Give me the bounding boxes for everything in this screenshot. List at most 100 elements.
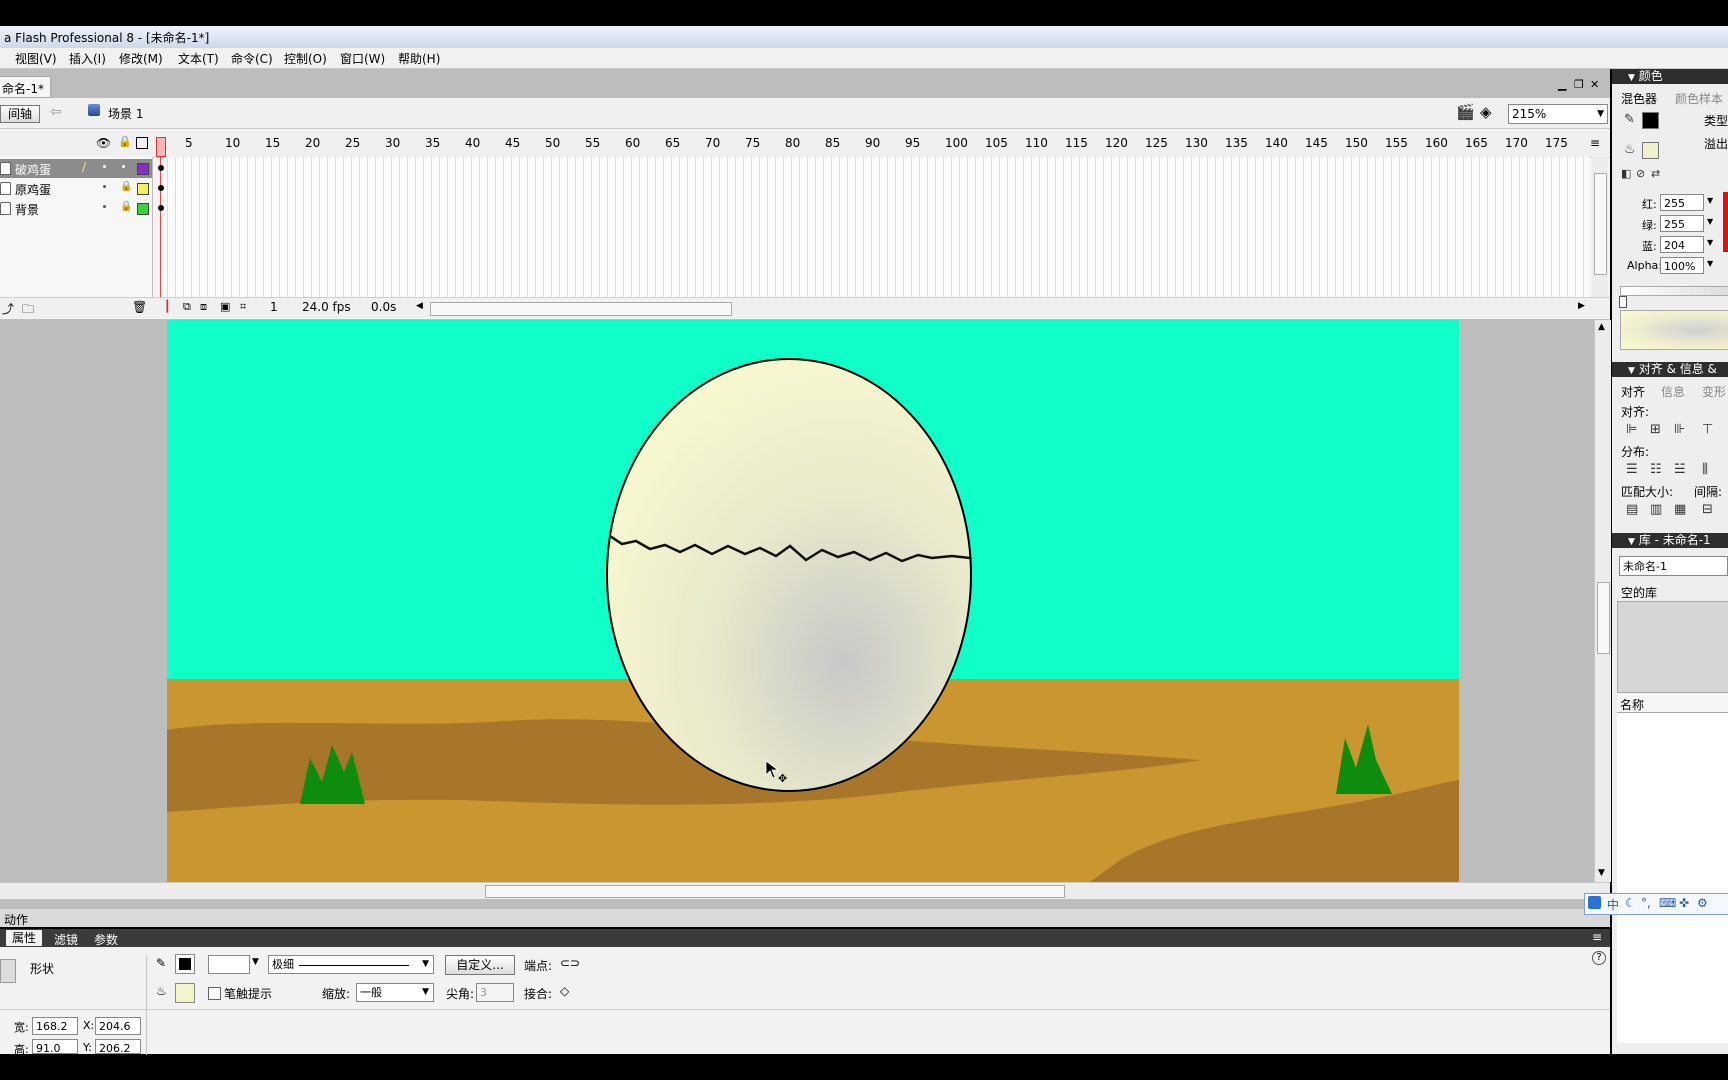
stage[interactable]: ✥ — [0, 320, 1595, 882]
stroke-hint-checkbox[interactable] — [208, 987, 221, 1000]
fill-color-picker[interactable] — [175, 983, 195, 1003]
no-color-icon[interactable]: ⊘ — [1636, 167, 1645, 180]
blue-input[interactable]: 204 — [1660, 236, 1704, 253]
layer-color-swatch[interactable] — [137, 183, 149, 195]
edit-symbol-icon[interactable]: ◈ — [1480, 103, 1492, 121]
layer-color-swatch[interactable] — [137, 203, 149, 215]
match-height-icon[interactable]: ▥ — [1650, 502, 1662, 517]
library-column-header[interactable]: 名称 — [1617, 694, 1728, 713]
chevron-down-icon[interactable]: ▼ — [1707, 217, 1713, 226]
tab-parameters[interactable]: 参数 — [94, 931, 118, 948]
tab-filters[interactable]: 滤镜 — [54, 931, 78, 948]
library-panel-header[interactable]: ▼ 库 - 未命名-1 — [1612, 533, 1728, 548]
join-style-icon[interactable]: ◇ — [560, 984, 569, 998]
gradient-bar[interactable] — [1620, 286, 1728, 296]
distribute-middle-icon[interactable]: ☷ — [1650, 462, 1662, 477]
space-evenly-icon[interactable]: ⊟ — [1702, 502, 1713, 517]
menu-control[interactable]: 控制(O) — [284, 50, 327, 67]
library-list[interactable] — [1617, 713, 1728, 1043]
visibility-dot[interactable] — [103, 205, 106, 208]
layer-row-background[interactable]: 背景 🔒 — [0, 199, 152, 218]
scroll-down-icon[interactable]: ▼ — [1598, 868, 1605, 878]
keyboard-icon[interactable]: ⌨ — [1659, 896, 1676, 910]
punctuation-icon[interactable]: °, — [1641, 896, 1651, 910]
keyframe-dot[interactable] — [158, 165, 164, 171]
pencil-icon[interactable]: ✎ — [1624, 112, 1635, 127]
y-input[interactable]: 206.2 — [95, 1039, 141, 1055]
menu-text[interactable]: 文本(T) — [178, 50, 219, 67]
edit-scene-icon[interactable]: 🎬 — [1456, 103, 1475, 121]
chevron-down-icon[interactable]: ▼ — [1707, 196, 1713, 205]
menu-view[interactable]: 视图(V) — [15, 50, 57, 67]
miter-input[interactable]: 3 — [476, 983, 514, 1002]
trash-icon[interactable]: 🗑 — [132, 300, 147, 314]
ime-chinese-mode[interactable]: 中 — [1607, 896, 1619, 913]
layer-row-original-egg[interactable]: 原鸡蛋 🔒 — [0, 179, 152, 198]
zoom-select[interactable]: 215% ▼ — [1508, 104, 1608, 124]
tab-mixer[interactable]: 混色器 — [1621, 90, 1657, 107]
stage-hscroll-thumb[interactable] — [485, 885, 1065, 898]
actions-panel-header[interactable]: 动作 — [0, 909, 1610, 927]
stage-hscroll[interactable] — [0, 882, 1610, 899]
tab-transform[interactable]: 变形 — [1702, 383, 1726, 400]
settings-icon[interactable]: ⚙ — [1697, 896, 1708, 910]
edit-multiple-icon[interactable]: ▣ — [220, 300, 230, 313]
menu-window[interactable]: 窗口(W) — [340, 50, 385, 67]
scale-select[interactable]: 一般 ▼ — [356, 983, 434, 1002]
ime-toolbar[interactable]: 中 ☾ °, ⌨ ✜ ⚙ — [1584, 893, 1728, 915]
alpha-input[interactable]: 100% — [1660, 257, 1704, 274]
color-spectrum-strip[interactable] — [1723, 192, 1728, 252]
keyframe-dot[interactable] — [158, 205, 164, 211]
menu-help[interactable]: 帮助(H) — [398, 50, 440, 67]
timeline-vscroll-thumb[interactable] — [1594, 173, 1607, 275]
color-panel-header[interactable]: ▼ 颜色 — [1612, 69, 1728, 84]
x-input[interactable]: 204.6 — [95, 1017, 141, 1035]
stroke-style-select[interactable]: 极细 ▼ — [268, 955, 434, 974]
add-folder-icon[interactable]: 🗀 — [22, 300, 34, 321]
red-input[interactable]: 255 — [1660, 194, 1704, 211]
document-tab[interactable]: 命名-1* — [0, 76, 51, 98]
modify-markers-icon[interactable]: ⌗ — [240, 300, 246, 314]
visibility-dot[interactable] — [103, 185, 106, 188]
timeline-vscroll[interactable] — [1592, 157, 1608, 297]
scroll-up-icon[interactable]: ▲ — [1598, 322, 1605, 332]
library-select[interactable]: 未命名-1 — [1619, 556, 1728, 576]
tools-icon[interactable]: ✜ — [1679, 896, 1689, 910]
cap-style-icon[interactable]: ⊂⊃ — [560, 956, 580, 970]
match-width-icon[interactable]: ▤ — [1626, 502, 1638, 517]
green-input[interactable]: 255 — [1660, 215, 1704, 232]
restore-icon[interactable]: ❐ — [1574, 78, 1584, 91]
timeline-hscroll-thumb[interactable] — [430, 302, 732, 316]
gradient-pointer[interactable] — [1619, 296, 1627, 308]
stroke-width-input[interactable] — [208, 955, 250, 974]
minimize-icon[interactable]: ▁ — [1558, 78, 1566, 91]
align-left-icon[interactable]: ⊫ — [1626, 422, 1637, 437]
lock-dot[interactable] — [122, 165, 125, 168]
align-top-icon[interactable]: ⊤ — [1702, 422, 1713, 437]
chevron-down-icon[interactable]: ▼ — [1707, 238, 1713, 247]
visibility-dot[interactable] — [103, 165, 106, 168]
layer-color-swatch[interactable] — [137, 163, 149, 175]
match-both-icon[interactable]: ▦ — [1674, 502, 1686, 517]
tab-properties[interactable]: 属性 — [6, 930, 42, 946]
close-icon[interactable]: ✕ — [1590, 78, 1599, 91]
onion-outline-icon[interactable]: ⧈ — [200, 300, 207, 314]
stroke-color-picker[interactable] — [175, 954, 195, 974]
stage-vscroll[interactable]: ▲ ▼ — [1594, 320, 1611, 882]
menu-commands[interactable]: 命令(C) — [231, 50, 273, 67]
swap-colors-icon[interactable]: ⇄ — [1651, 167, 1660, 180]
lock-icon[interactable]: 🔒 — [120, 181, 132, 192]
onion-skin-icon[interactable]: ⧉ — [183, 300, 191, 314]
fill-bucket-icon[interactable]: ♨ — [1624, 142, 1636, 157]
tab-align[interactable]: 对齐 — [1621, 383, 1645, 400]
align-panel-header[interactable]: ▼ 对齐 & 信息 & — [1612, 362, 1728, 377]
keyframe-dot[interactable] — [158, 185, 164, 191]
scroll-right-icon[interactable]: ▶ — [1578, 301, 1585, 311]
panel-menu-icon[interactable]: ≡ — [1592, 930, 1602, 944]
lock-icon[interactable]: 🔒 — [120, 201, 132, 212]
timeline-menu-icon[interactable]: ≡ — [1590, 136, 1600, 150]
moon-icon[interactable]: ☾ — [1625, 896, 1636, 910]
center-frame-icon[interactable]: ┃ — [164, 300, 171, 313]
distribute-top-icon[interactable]: ☰ — [1626, 462, 1638, 477]
stroke-swatch[interactable] — [1642, 112, 1659, 129]
